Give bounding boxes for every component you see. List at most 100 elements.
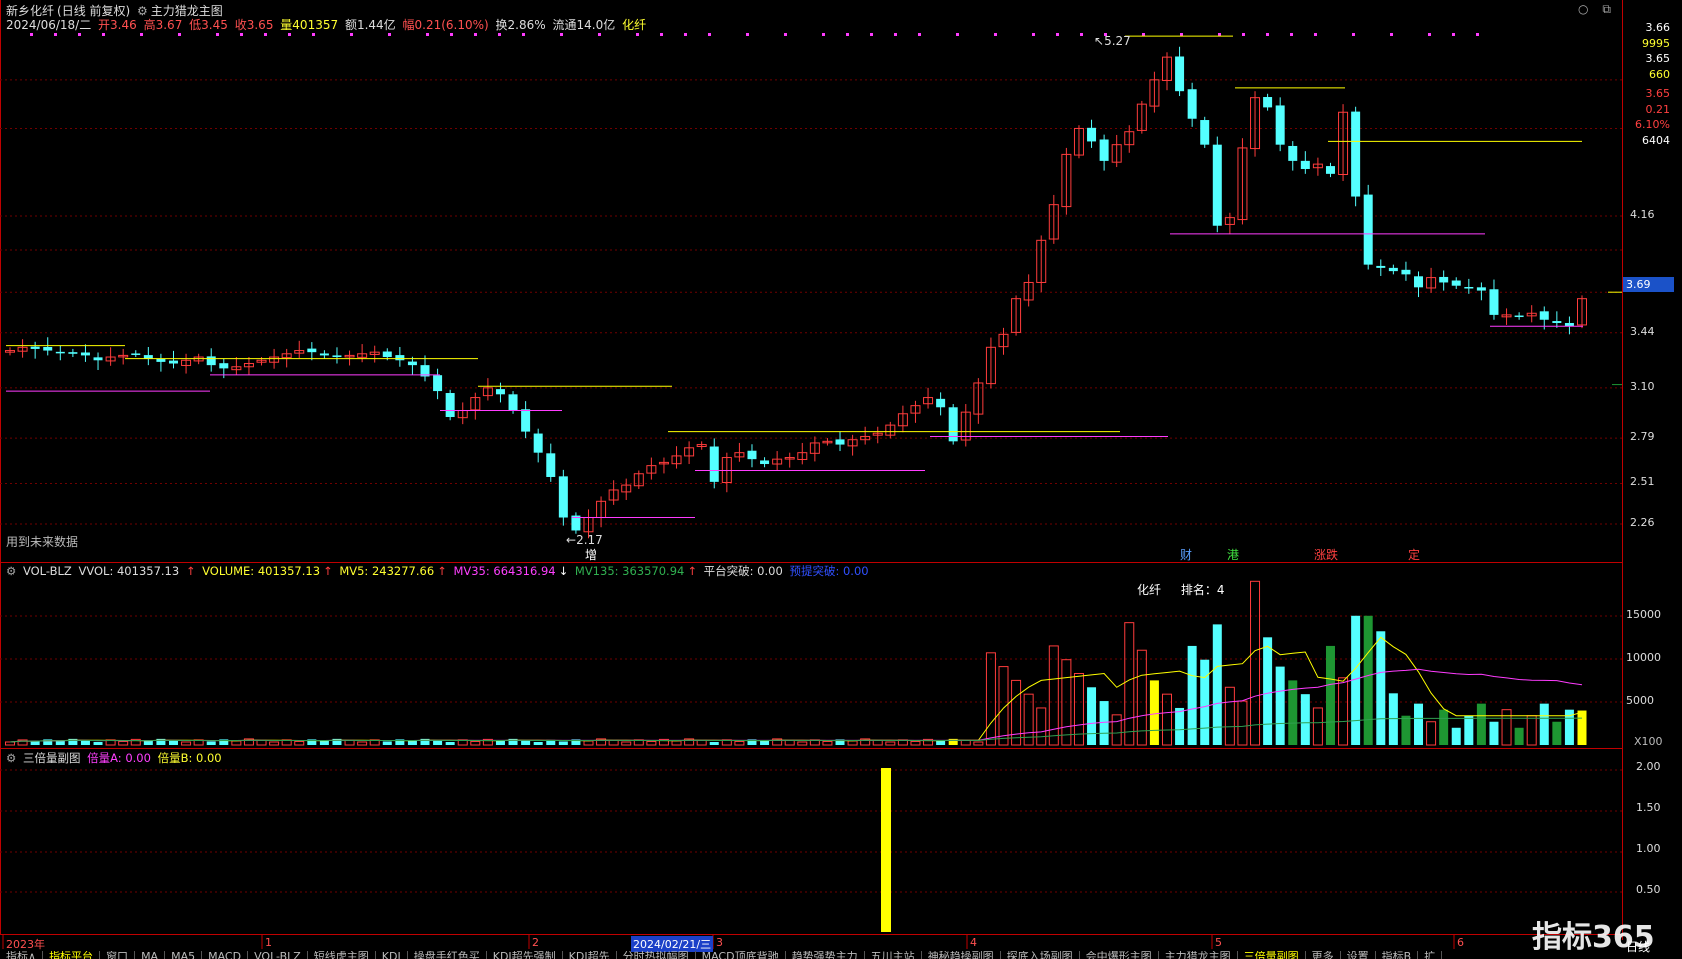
- candle-body: [747, 450, 757, 460]
- signal-dot: [708, 33, 711, 36]
- low-price-label: ←2.17: [566, 533, 603, 547]
- price-tick-label: 3.10: [1630, 379, 1655, 393]
- tab-item[interactable]: MACD顶底背驰: [696, 951, 786, 959]
- tab-item[interactable]: 探底入场副图: [1001, 951, 1080, 959]
- volume-bar: [734, 740, 745, 746]
- signal-dot: [216, 33, 219, 36]
- tab-item[interactable]: 分时热拟幅图: [617, 951, 696, 959]
- tab-item[interactable]: MACD: [202, 951, 249, 959]
- volume-bar: [1263, 637, 1273, 745]
- candle: [558, 469, 568, 526]
- tab-item[interactable]: KDJ超先: [563, 951, 617, 959]
- tab-item[interactable]: 操盘手红色买: [408, 951, 487, 959]
- volume-bar: [936, 740, 946, 745]
- high-price-value: 5.27: [1104, 34, 1131, 48]
- candle: [1325, 162, 1335, 178]
- tab-item[interactable]: 更多: [1306, 951, 1341, 959]
- candle-body: [395, 355, 405, 361]
- volume-bar: [168, 740, 178, 745]
- signal-dot: [994, 33, 997, 36]
- volume-bars: [5, 580, 1587, 746]
- date-label: 2024/06/18/二: [6, 18, 92, 32]
- volume-bar: [445, 741, 455, 745]
- signal-dot: [1428, 33, 1431, 36]
- candle-body: [1263, 97, 1273, 108]
- volume-bar: [357, 741, 368, 746]
- candle: [633, 470, 644, 489]
- volume-bar: [231, 740, 242, 746]
- candle: [1376, 259, 1386, 276]
- tab-item[interactable]: 三倍量副图: [1238, 951, 1306, 959]
- volume-bar: [1312, 707, 1323, 746]
- tab-item[interactable]: MA: [135, 951, 166, 959]
- close-label: 收3.65: [234, 18, 274, 32]
- volume-bar: [1464, 715, 1474, 745]
- circle-icon[interactable]: ○: [1578, 2, 1588, 16]
- tab-item[interactable]: KDJ: [376, 951, 408, 959]
- turnover-label: 换2.86%: [495, 18, 546, 32]
- candle-body: [533, 433, 543, 453]
- time-axis-label: 5: [1215, 936, 1222, 949]
- candle: [860, 426, 871, 445]
- sub-indicator-name[interactable]: 三倍量副图: [23, 751, 81, 765]
- tab-item[interactable]: 神秘趋操副图: [922, 951, 1001, 959]
- candle: [1552, 311, 1562, 328]
- volume-bar: [1539, 703, 1549, 745]
- tab-item[interactable]: KDJ超先强制: [487, 951, 563, 959]
- candle-body: [1363, 194, 1373, 265]
- gear-icon[interactable]: ⚙: [6, 751, 16, 765]
- volume-bar: [118, 740, 129, 746]
- tab-item[interactable]: 指标∧: [0, 951, 44, 959]
- tab-item-right[interactable]: 指标B: [1376, 951, 1419, 959]
- tab-item[interactable]: 主力猎龙主图: [1159, 951, 1238, 959]
- volume-bar: [1489, 721, 1499, 745]
- candle: [294, 340, 305, 359]
- candle: [1288, 141, 1298, 171]
- tab-item[interactable]: 设置: [1341, 951, 1376, 959]
- tab-item[interactable]: MA5: [165, 951, 203, 959]
- volume-bar: [910, 740, 921, 746]
- tab-item-right[interactable]: 扩: [1418, 951, 1443, 959]
- candle: [747, 444, 757, 468]
- candle-body: [80, 352, 90, 356]
- quote-info-column: 3.66 9995 3.65 660 3.65 0.21 6.10% 6404: [1622, 20, 1670, 148]
- restore-icon[interactable]: ⧉: [1602, 2, 1611, 16]
- tab-item[interactable]: 指标平台: [43, 951, 101, 959]
- up-arrow-icon: ↑: [185, 564, 196, 578]
- volume-bar: [985, 652, 996, 746]
- volume-bar: [822, 740, 833, 746]
- volume-bar: [1224, 686, 1235, 746]
- candle: [445, 389, 455, 421]
- candle-body: [68, 352, 78, 354]
- candle-body: [1514, 315, 1524, 318]
- volume-bar: [269, 741, 280, 746]
- signal-dot: [312, 33, 315, 36]
- chart-surface[interactable]: [0, 0, 1682, 959]
- tab-item[interactable]: 窗口: [100, 951, 136, 959]
- volume-bar: [784, 739, 795, 746]
- signal-dot: [1242, 33, 1245, 36]
- candle: [457, 402, 468, 425]
- tab-item[interactable]: 短线虎主图: [308, 951, 376, 959]
- tab-item[interactable]: 五川主站: [865, 951, 922, 959]
- volume-indicator-name[interactable]: VOL-BLZ: [23, 564, 72, 578]
- signal-dot: [288, 33, 291, 36]
- volume-bar: [382, 741, 392, 745]
- candle: [1036, 235, 1047, 293]
- volume-bar: [30, 741, 40, 745]
- volume-bar: [1175, 707, 1185, 745]
- tab-item[interactable]: 趋势强势主力: [786, 951, 865, 959]
- signal-dot: [1056, 33, 1059, 36]
- candle: [721, 452, 732, 493]
- tab-item[interactable]: VOL-BLZ: [248, 951, 308, 959]
- sector-label[interactable]: 化纤: [622, 18, 646, 32]
- volume-bar: [1237, 700, 1248, 746]
- candle-body: [319, 353, 329, 356]
- candle: [684, 441, 695, 465]
- tab-item[interactable]: 会中爆形主图: [1080, 951, 1159, 959]
- info-last: 3.65: [1645, 87, 1671, 100]
- candle: [571, 512, 581, 534]
- gear-icon[interactable]: ⚙: [6, 564, 16, 578]
- volume-bar: [1577, 710, 1587, 745]
- signal-dot: [450, 33, 453, 36]
